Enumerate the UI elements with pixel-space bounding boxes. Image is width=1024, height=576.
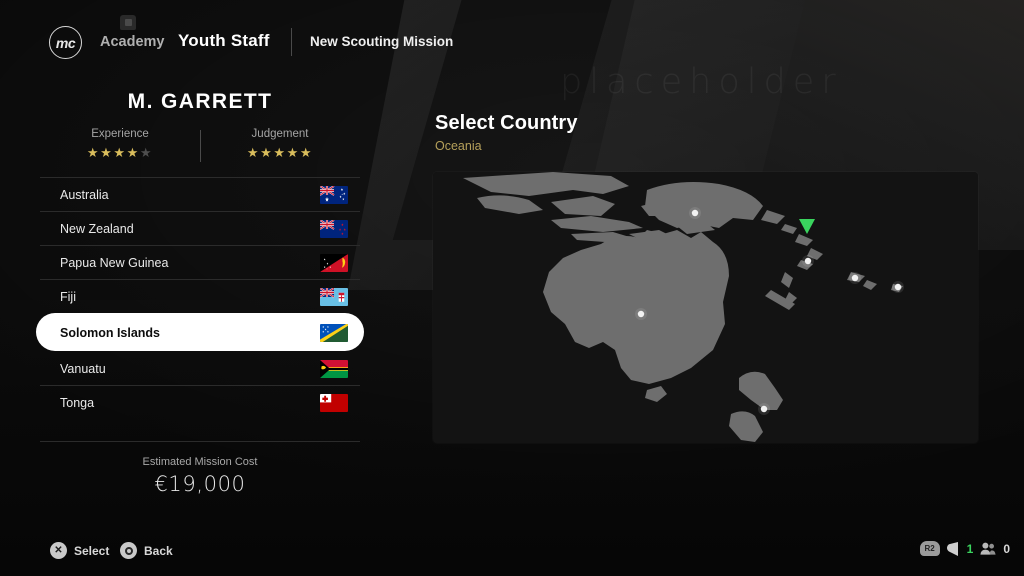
staff-name: M. GARRETT (127, 90, 273, 113)
status-indicators: R2 1 0 (919, 541, 1010, 556)
country-selection-header: Select Country Oceania (435, 112, 578, 153)
country-row[interactable]: Australia (40, 177, 360, 211)
hint-select[interactable]: ✕ Select (50, 542, 109, 559)
rating-judgement-stars: ★★★★★ (246, 145, 314, 160)
page-title: Select Country (435, 112, 578, 134)
country-list[interactable]: Australia New Zealand Papua New Guinea Fiji… (36, 177, 364, 419)
flag-icon-vu (320, 359, 348, 378)
country-row[interactable]: Tonga (40, 385, 360, 419)
country-row[interactable]: New Zealand (40, 211, 360, 245)
cost-label: Estimated Mission Cost (142, 456, 258, 468)
cost-value: €19,000 (154, 472, 246, 496)
country-row-selected[interactable]: Solomon Islands (36, 313, 364, 351)
staff-and-country-panel: M. GARRETT Experience ★★★★★ Judgement ★★… (36, 90, 364, 496)
estimated-mission-cost: Estimated Mission Cost €19,000 (40, 441, 360, 496)
country-name: Solomon Islands (60, 325, 161, 340)
app-logo: mc (49, 26, 82, 59)
flag-icon-au (320, 185, 348, 204)
pennant-icon (946, 541, 958, 556)
app-logo-text: mc (55, 34, 76, 51)
speed-count: 1 (966, 541, 974, 556)
people-icon (980, 542, 996, 555)
breadcrumb-youth-staff[interactable]: Youth Staff (178, 31, 270, 51)
map-dot-fiji[interactable] (894, 283, 902, 291)
hint-back[interactable]: Back (120, 542, 173, 559)
country-name: New Zealand (60, 221, 134, 236)
country-row[interactable]: Papua New Guinea (40, 245, 360, 279)
flag-icon-to (320, 393, 348, 412)
country-row[interactable]: Vanuatu (40, 351, 360, 385)
rating-judgement-label: Judgement (251, 128, 309, 140)
region-label: Oceania (435, 139, 482, 153)
map-svg (433, 172, 978, 443)
country-name: Australia (60, 187, 109, 202)
academy-building-icon (120, 15, 136, 30)
staff-ratings: Experience ★★★★★ Judgement ★★★★★ (40, 128, 360, 162)
bottom-hint-bar: ✕ Select Back R2 1 0 (0, 530, 1024, 576)
flag-icon-pg (320, 253, 348, 272)
breadcrumb-divider (291, 28, 292, 56)
map-dot-new-zealand[interactable] (760, 405, 768, 413)
breadcrumb-academy[interactable]: Academy (100, 34, 164, 50)
flag-icon-fj (320, 287, 348, 306)
circle-button-icon (120, 542, 137, 559)
country-row[interactable]: Fiji (40, 279, 360, 313)
breadcrumb-new-scouting-mission[interactable]: New Scouting Mission (310, 34, 453, 49)
map-dot-solomon-islands[interactable] (804, 257, 812, 265)
map-dot-papua-new-guinea[interactable] (691, 209, 699, 217)
flag-icon-sb (320, 323, 348, 342)
map-dot-australia[interactable] (637, 310, 645, 318)
map-dot-vanuatu[interactable] (851, 274, 859, 282)
oceania-map[interactable] (433, 172, 978, 443)
r2-trigger-badge[interactable]: R2 (919, 541, 940, 556)
ratings-divider (200, 130, 201, 162)
country-name: Tonga (60, 395, 95, 410)
rating-judgement: Judgement ★★★★★ (200, 128, 360, 161)
country-name: Fiji (60, 289, 76, 304)
flag-icon-nz (320, 219, 348, 238)
country-name: Vanuatu (60, 361, 106, 376)
country-name: Papua New Guinea (60, 255, 169, 270)
rating-experience-label: Experience (91, 128, 149, 140)
hint-select-label: Select (74, 543, 110, 558)
people-count: 0 (1003, 541, 1010, 556)
rating-experience: Experience ★★★★★ (40, 128, 200, 161)
hint-back-label: Back (144, 543, 173, 558)
cross-button-icon: ✕ (50, 542, 67, 559)
top-navigation-bar: mc Academy Youth Staff New Scouting Miss… (0, 0, 1024, 76)
rating-experience-stars: ★★★★★ (86, 145, 154, 160)
